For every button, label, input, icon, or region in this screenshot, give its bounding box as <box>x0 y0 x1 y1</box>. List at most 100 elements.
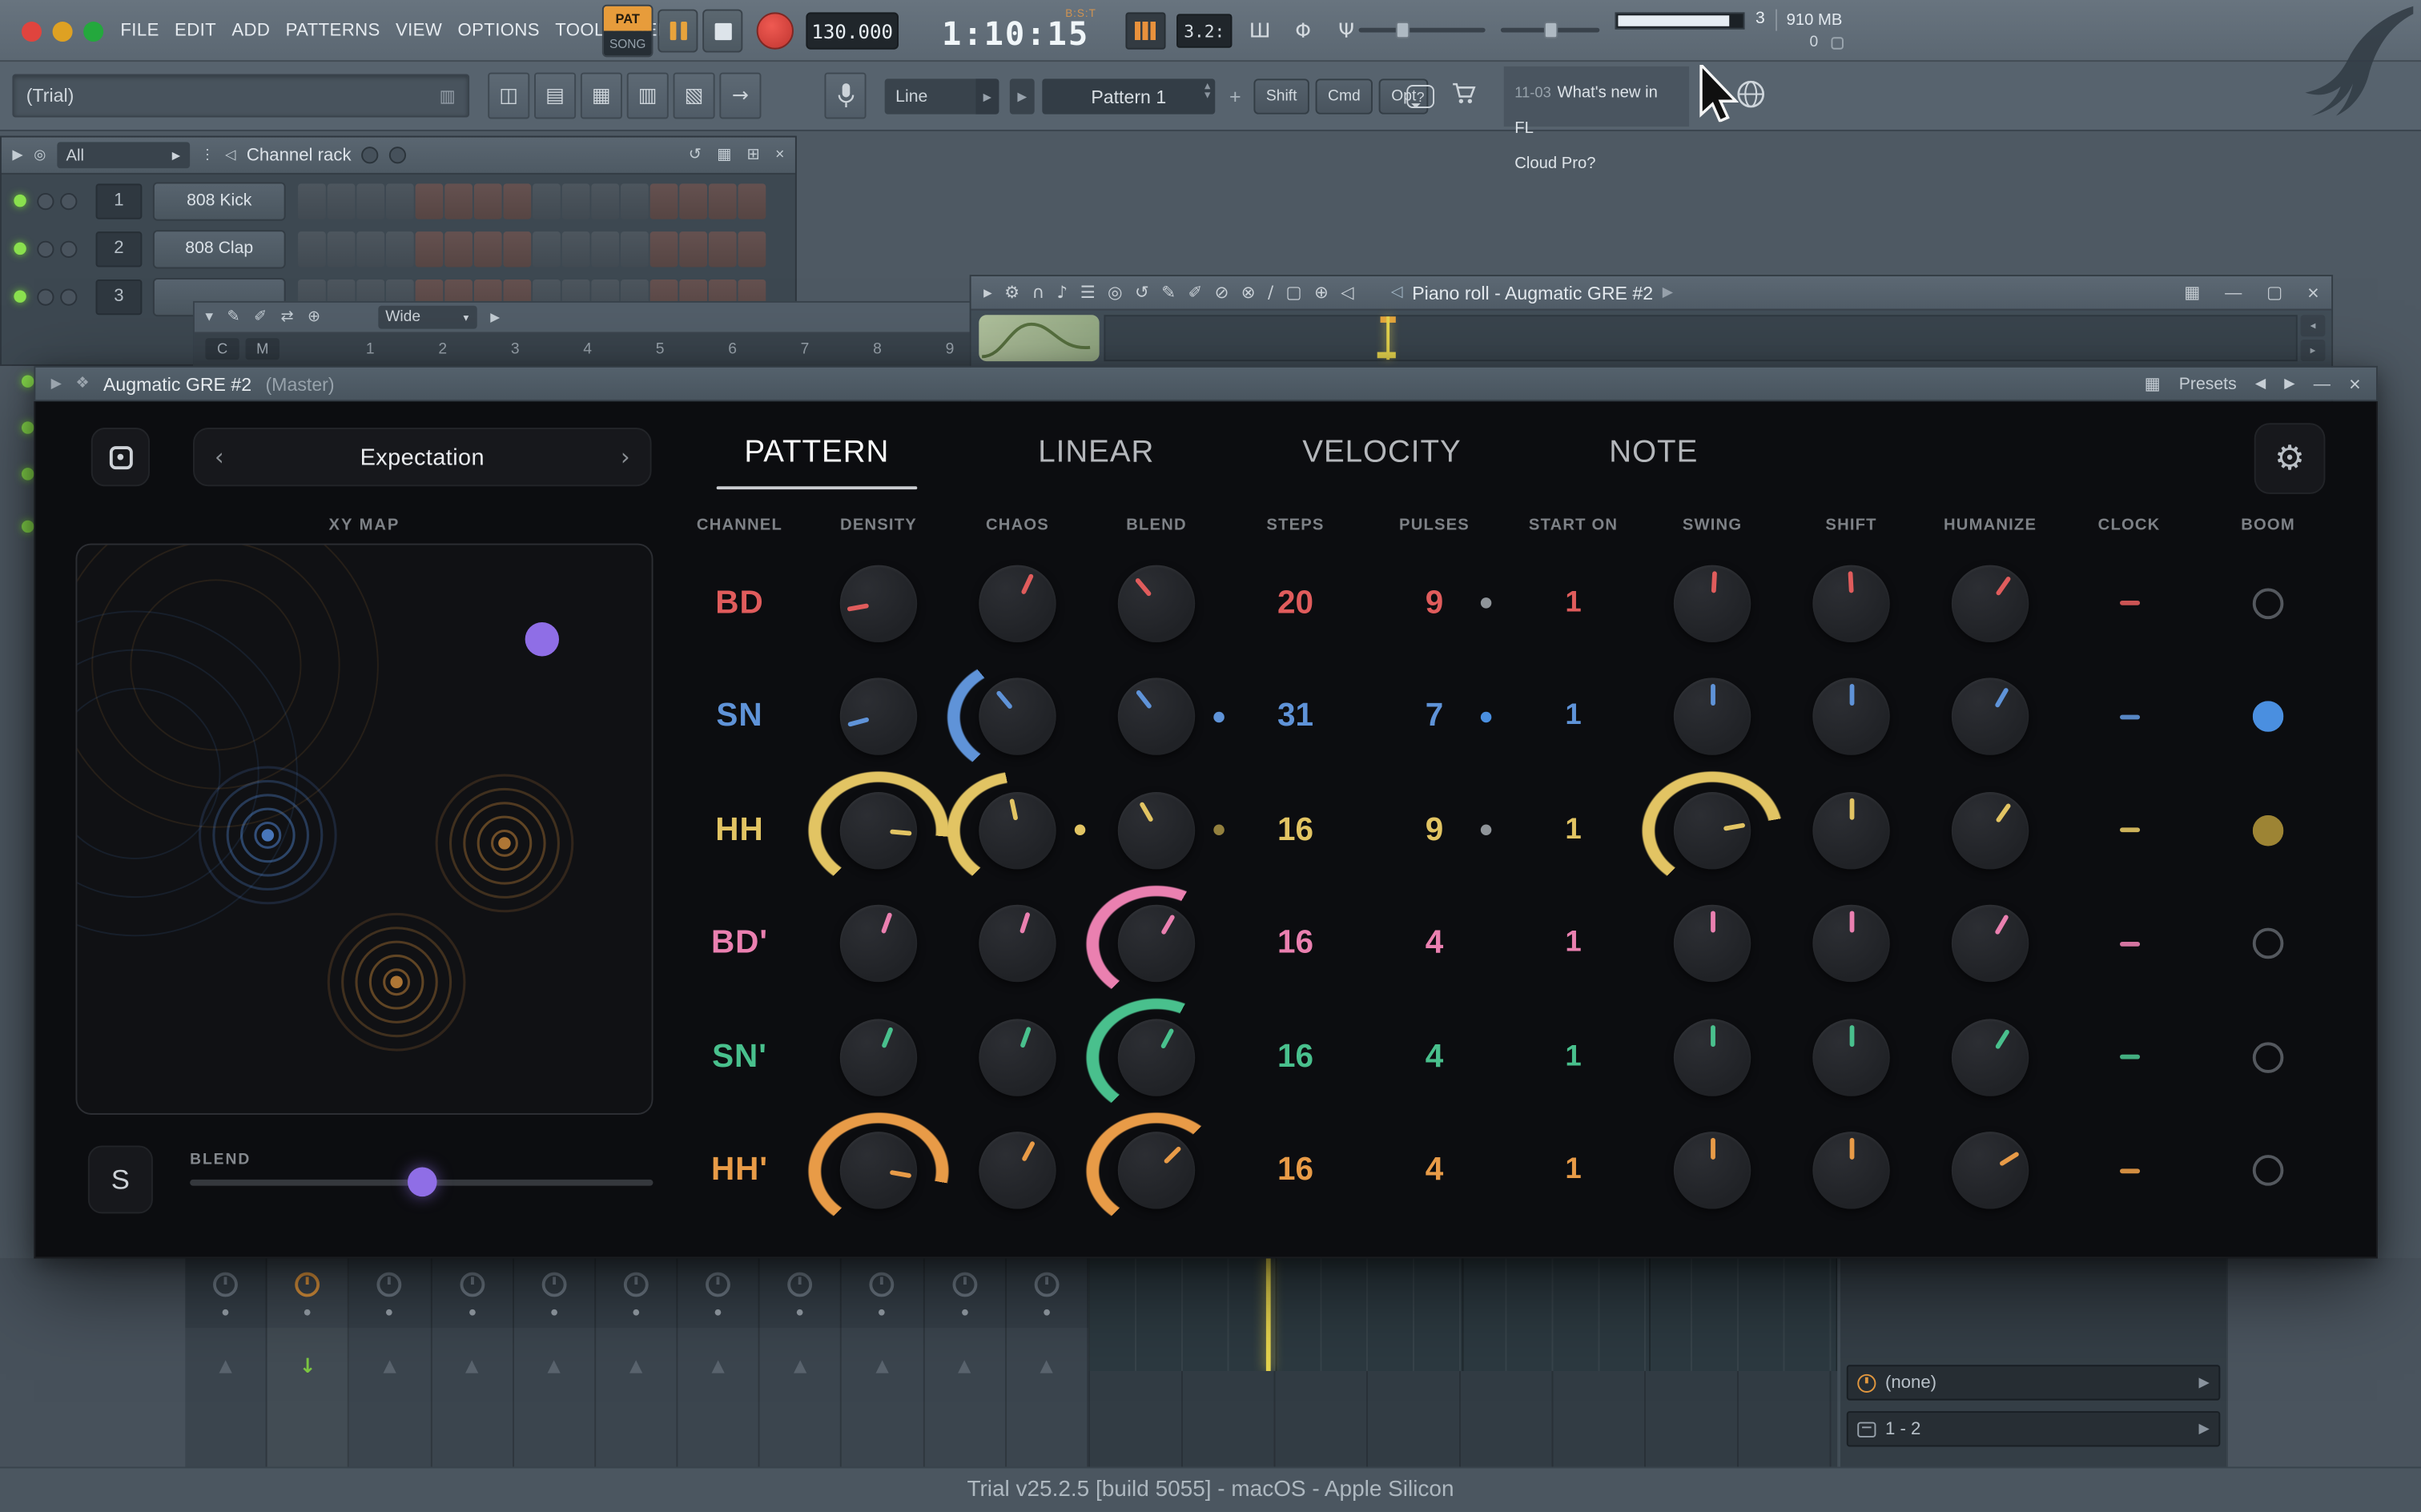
shift-knob[interactable] <box>1782 774 1921 887</box>
paint-icon[interactable]: ✐ <box>1188 283 1202 303</box>
playlist-grid-lower[interactable] <box>1088 1371 1837 1467</box>
step-cell[interactable] <box>562 231 590 266</box>
step-cell[interactable] <box>738 231 766 266</box>
blend-knob[interactable] <box>1087 546 1226 660</box>
mac-close-button[interactable] <box>22 22 42 42</box>
time-mode-label[interactable]: B:S:T <box>1065 10 1096 20</box>
preset-prev-icon[interactable]: ◀ <box>2255 376 2266 391</box>
step-cell[interactable] <box>621 183 649 218</box>
boom-toggle[interactable] <box>2253 814 2284 846</box>
chaos-knob[interactable] <box>948 1000 1088 1114</box>
paint-icon[interactable]: ✐ <box>254 309 267 326</box>
time-display[interactable]: 1:10:15 B:S:T <box>935 3 1099 58</box>
metronome-icon[interactable]: Φ <box>1285 10 1321 53</box>
step-cell[interactable] <box>533 183 561 218</box>
step-cell[interactable] <box>709 231 737 266</box>
steps-value[interactable]: 31 <box>1277 698 1313 735</box>
solo-button[interactable]: S <box>88 1146 153 1214</box>
menu-icon[interactable]: ☰ <box>1080 283 1096 303</box>
bar-beat-display[interactable]: 3.2: <box>1176 14 1232 47</box>
playlist-track-lane[interactable]: ▲ <box>513 1258 596 1466</box>
playlist-track-lane[interactable]: ▲ <box>432 1258 514 1466</box>
stamp-icon[interactable]: ♪ <box>1057 283 1068 303</box>
close-icon[interactable]: × <box>2349 372 2361 396</box>
blend-knob[interactable] <box>1087 660 1226 774</box>
preset-next-icon[interactable]: ▶ <box>2284 376 2294 391</box>
boom-toggle[interactable] <box>2253 1156 2284 1187</box>
window-menu-icon[interactable]: ▶ <box>12 147 22 163</box>
playlist-track-lane[interactable]: ↓ <box>267 1258 350 1466</box>
shift-knob[interactable] <box>1782 1000 1921 1114</box>
swing-knob[interactable] <box>1643 660 1782 774</box>
start-on-value[interactable]: 1 <box>1565 814 1581 847</box>
menu-patterns[interactable]: PATTERNS <box>286 22 380 40</box>
steps-value[interactable]: 16 <box>1277 1152 1313 1189</box>
humanize-knob[interactable] <box>1920 887 2060 1001</box>
pat-mode-label[interactable]: PAT <box>604 6 652 31</box>
blend-knob[interactable] <box>1087 1000 1226 1114</box>
density-knob[interactable] <box>809 887 948 1001</box>
channel-enable-led[interactable] <box>14 290 26 302</box>
shift-knob[interactable] <box>1782 660 1921 774</box>
group-filter-selector[interactable]: All ▶ <box>57 142 190 168</box>
snap-magnet-icon[interactable]: ∩ <box>1032 283 1045 303</box>
draw-icon[interactable]: ✎ <box>227 309 239 326</box>
channel-label[interactable]: SN' <box>712 1039 767 1076</box>
clock-icon[interactable] <box>870 1273 895 1297</box>
pat-song-toggle[interactable]: PAT SONG <box>602 5 654 58</box>
humanize-knob[interactable] <box>1920 660 2060 774</box>
tab-linear[interactable]: LINEAR <box>1038 436 1154 471</box>
start-on-value[interactable]: 1 <box>1565 927 1581 960</box>
pulses-value[interactable]: 7 <box>1426 698 1444 735</box>
slice-icon[interactable]: ∕ <box>1268 283 1273 303</box>
swing-knob[interactable] <box>1643 887 1782 1001</box>
piano-roll-timeline[interactable] <box>1104 315 2297 361</box>
clock-icon[interactable] <box>624 1273 649 1297</box>
swing-knob[interactable] <box>1643 774 1782 887</box>
minimize-icon[interactable]: — <box>2314 375 2331 393</box>
piano-roll-titlebar[interactable]: ▸⚙∩♪☰◎↺✎✐⊘⊗∕▢⊕◁ ◁ Piano roll - Augmatic … <box>971 276 2331 310</box>
master-pitch-slider[interactable] <box>1359 28 1486 33</box>
step-cell[interactable] <box>533 231 561 266</box>
step-cell[interactable] <box>474 183 502 218</box>
target-channel-icon[interactable]: ◎ <box>1108 283 1123 303</box>
clock-icon[interactable] <box>377 1273 402 1297</box>
close-icon[interactable]: × <box>775 147 784 163</box>
playlist-track-lane[interactable]: ▲ <box>678 1258 760 1466</box>
density-knob[interactable] <box>809 774 948 887</box>
mac-minimize-button[interactable] <box>53 22 73 42</box>
pause-button[interactable] <box>658 10 698 53</box>
step-cell[interactable] <box>562 183 590 218</box>
playback-icon[interactable]: ◁ <box>1341 283 1353 303</box>
pulses-value[interactable]: 4 <box>1426 1039 1444 1076</box>
playlist-track-lane[interactable]: ▲ <box>1006 1258 1088 1466</box>
density-knob[interactable] <box>809 1000 948 1114</box>
channel-label[interactable]: SN <box>716 698 762 735</box>
steps-value[interactable]: 20 <box>1277 585 1313 621</box>
graph-editor-icon[interactable]: ▦ <box>717 147 731 163</box>
playlist-ruler[interactable]: C M 123456789 <box>195 333 975 364</box>
mac-zoom-button[interactable] <box>83 22 103 42</box>
step-cell[interactable] <box>474 231 502 266</box>
channel-enable-led[interactable] <box>22 521 34 533</box>
channel-enable-led[interactable] <box>22 421 34 433</box>
shift-knob[interactable] <box>1782 887 1921 1001</box>
step-cell[interactable] <box>650 183 678 218</box>
pulses-value[interactable]: 9 <box>1426 585 1444 621</box>
pulses-value[interactable]: 9 <box>1426 812 1444 849</box>
record-button[interactable] <box>757 12 794 49</box>
add-pattern-button[interactable]: + <box>1223 83 1248 108</box>
step-cell[interactable] <box>679 231 707 266</box>
clock-icon[interactable] <box>1034 1273 1059 1297</box>
menu-arrow-icon[interactable]: ▾ <box>205 309 213 326</box>
start-on-value[interactable]: 1 <box>1565 700 1581 734</box>
chaos-knob[interactable] <box>948 1114 1088 1228</box>
shift-knob[interactable] <box>1782 546 1921 660</box>
clock-icon[interactable] <box>541 1273 566 1297</box>
playlist-icon[interactable]: ▤ <box>534 73 576 119</box>
step-cell[interactable] <box>416 231 444 266</box>
start-on-value[interactable]: 1 <box>1565 586 1581 620</box>
master-volume-slider[interactable] <box>1501 28 1599 33</box>
project-picker-icon[interactable]: ▥ <box>440 86 456 106</box>
picker-panel-icon[interactable]: ◫ <box>488 73 529 119</box>
